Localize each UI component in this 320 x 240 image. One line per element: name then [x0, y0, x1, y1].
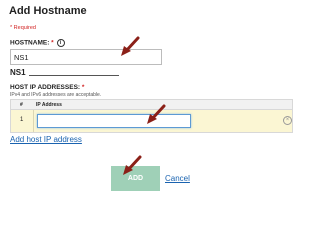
header-ip-address: IP Address [36, 101, 62, 108]
form-title: Add Hostname [9, 5, 87, 17]
hostname-label-text: HOSTNAME: [10, 39, 50, 47]
hostname-preview: NS1 [10, 68, 26, 77]
annotation-arrow-icon [121, 36, 140, 56]
annotation-arrow-icon [147, 104, 166, 124]
ip-addresses-label: HOST IP ADDRESSES: * [10, 84, 84, 91]
row-divider [33, 110, 34, 132]
ip-hint: IPv4 and IPv6 addresses are acceptable. [10, 92, 102, 98]
hostname-preview-underline [29, 75, 119, 76]
remove-row-icon[interactable]: × [283, 116, 292, 125]
required-note: * Required [10, 25, 36, 31]
hostname-label: HOSTNAME: * i [10, 39, 65, 47]
header-number: # [20, 101, 23, 108]
ip-addresses-label-text: HOST IP ADDRESSES: [10, 84, 81, 91]
annotation-arrow-icon [123, 155, 142, 175]
cancel-link[interactable]: Cancel [165, 174, 190, 183]
info-icon[interactable]: i [56, 39, 65, 47]
required-star: * [81, 84, 85, 91]
required-star: * [51, 39, 54, 47]
row-number: 1 [20, 117, 24, 123]
add-host-ip-link[interactable]: Add host IP address [10, 135, 82, 144]
